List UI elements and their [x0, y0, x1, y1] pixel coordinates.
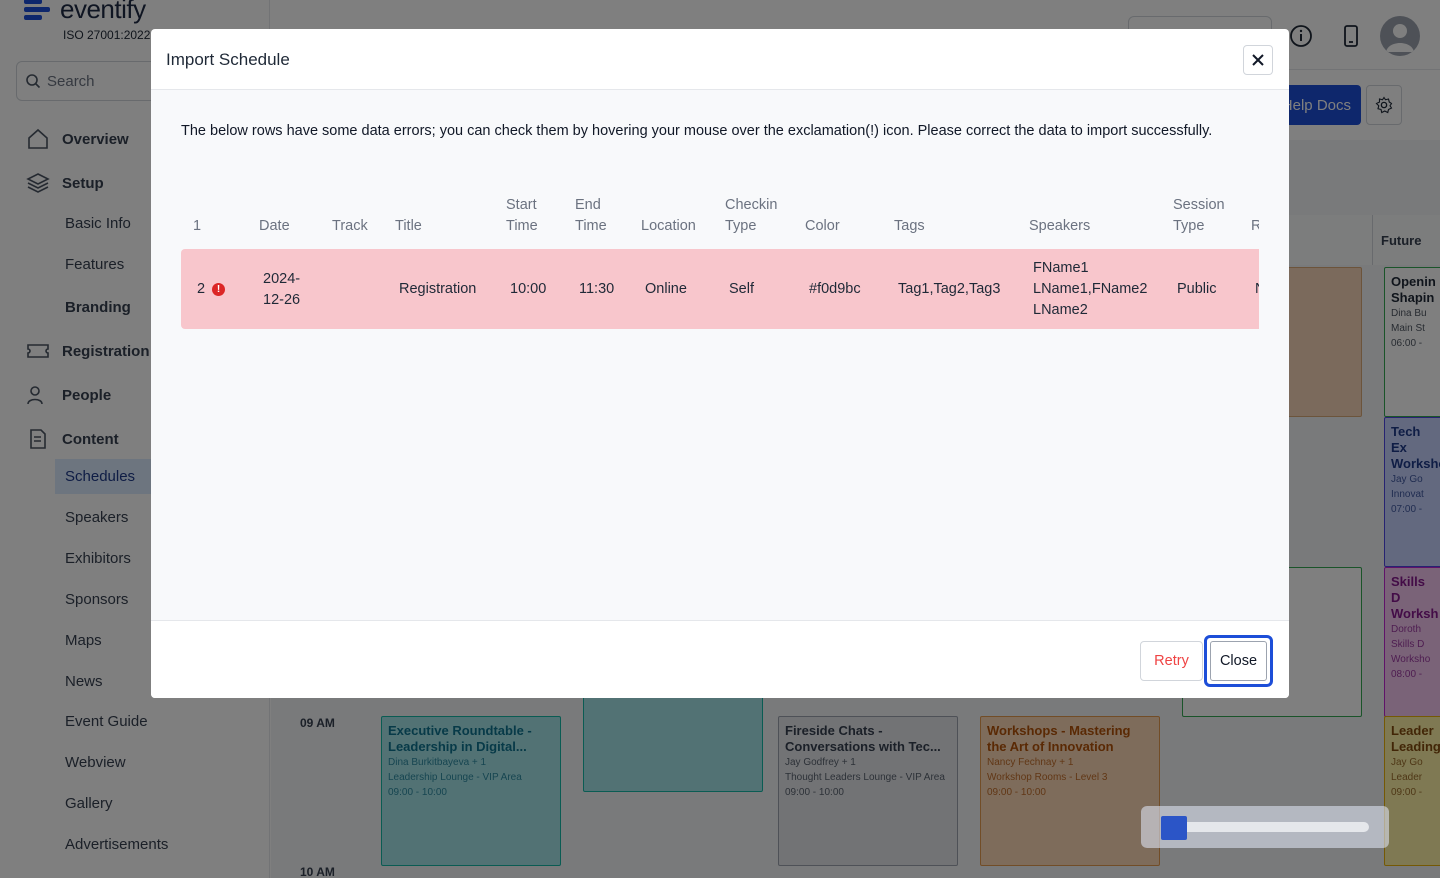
- error-exclamation-icon[interactable]: !: [212, 283, 225, 296]
- col-header-location: Location: [641, 218, 696, 234]
- close-icon: [1252, 54, 1264, 66]
- cell-title: Registration: [399, 281, 477, 297]
- cell-location: Online: [645, 281, 687, 297]
- modal-body: The below rows have some data errors; yo…: [151, 90, 1289, 620]
- cell-color: #f0d9bc: [809, 281, 861, 297]
- col-header-session-type: Session Type: [1173, 197, 1225, 234]
- modal-footer: Retry Close: [151, 620, 1289, 698]
- modal-title: Import Schedule: [166, 50, 290, 69]
- scroller-track: [1161, 822, 1369, 832]
- col-header-checkin-type: Checkin Type: [725, 197, 778, 234]
- error-message: The below rows have some data errors; yo…: [181, 123, 1213, 139]
- table-row[interactable]: 2 ! 2024- 12-26 Registration 10:00 11:30 …: [181, 249, 1259, 329]
- col-header-extra: R: [1251, 218, 1259, 234]
- col-header-date: Date: [259, 218, 290, 234]
- cell-row-num: 2: [197, 281, 206, 297]
- import-table[interactable]: 1 Date Track Title Start Time End Time Loc…: [181, 185, 1259, 330]
- cell-session-type: Public: [1177, 281, 1217, 297]
- cell-end-time: 11:30: [579, 281, 615, 297]
- col-header-num: 1: [193, 218, 202, 234]
- close-button-label: Close: [1210, 641, 1267, 681]
- col-header-start-time: Start Time: [506, 197, 538, 234]
- cell-extra: N: [1255, 279, 1259, 300]
- col-header-tags: Tags: [894, 218, 925, 234]
- import-schedule-modal: Import Schedule The below rows have some…: [151, 29, 1289, 698]
- retry-button[interactable]: Retry: [1140, 641, 1203, 681]
- col-header-speakers: Speakers: [1029, 218, 1091, 234]
- cell-date: 2024- 12-26: [263, 271, 301, 308]
- cell-checkin-type: Self: [729, 281, 754, 297]
- col-header-end-time: End Time: [575, 197, 607, 234]
- close-button[interactable]: Close: [1204, 635, 1273, 687]
- cell-tags: Tag1,Tag2,Tag3: [898, 281, 1001, 297]
- modal-close-button[interactable]: [1243, 45, 1273, 75]
- timeline-scroller[interactable]: [1141, 806, 1389, 848]
- col-header-color: Color: [805, 218, 840, 234]
- col-header-track: Track: [332, 218, 368, 234]
- cell-start-time: 10:00: [510, 281, 547, 297]
- cell-speakers: FName1 LName1,FName2 LName2: [1033, 260, 1148, 318]
- col-header-title: Title: [395, 218, 422, 234]
- modal-header: Import Schedule: [151, 29, 1289, 90]
- scroller-handle[interactable]: [1161, 816, 1187, 840]
